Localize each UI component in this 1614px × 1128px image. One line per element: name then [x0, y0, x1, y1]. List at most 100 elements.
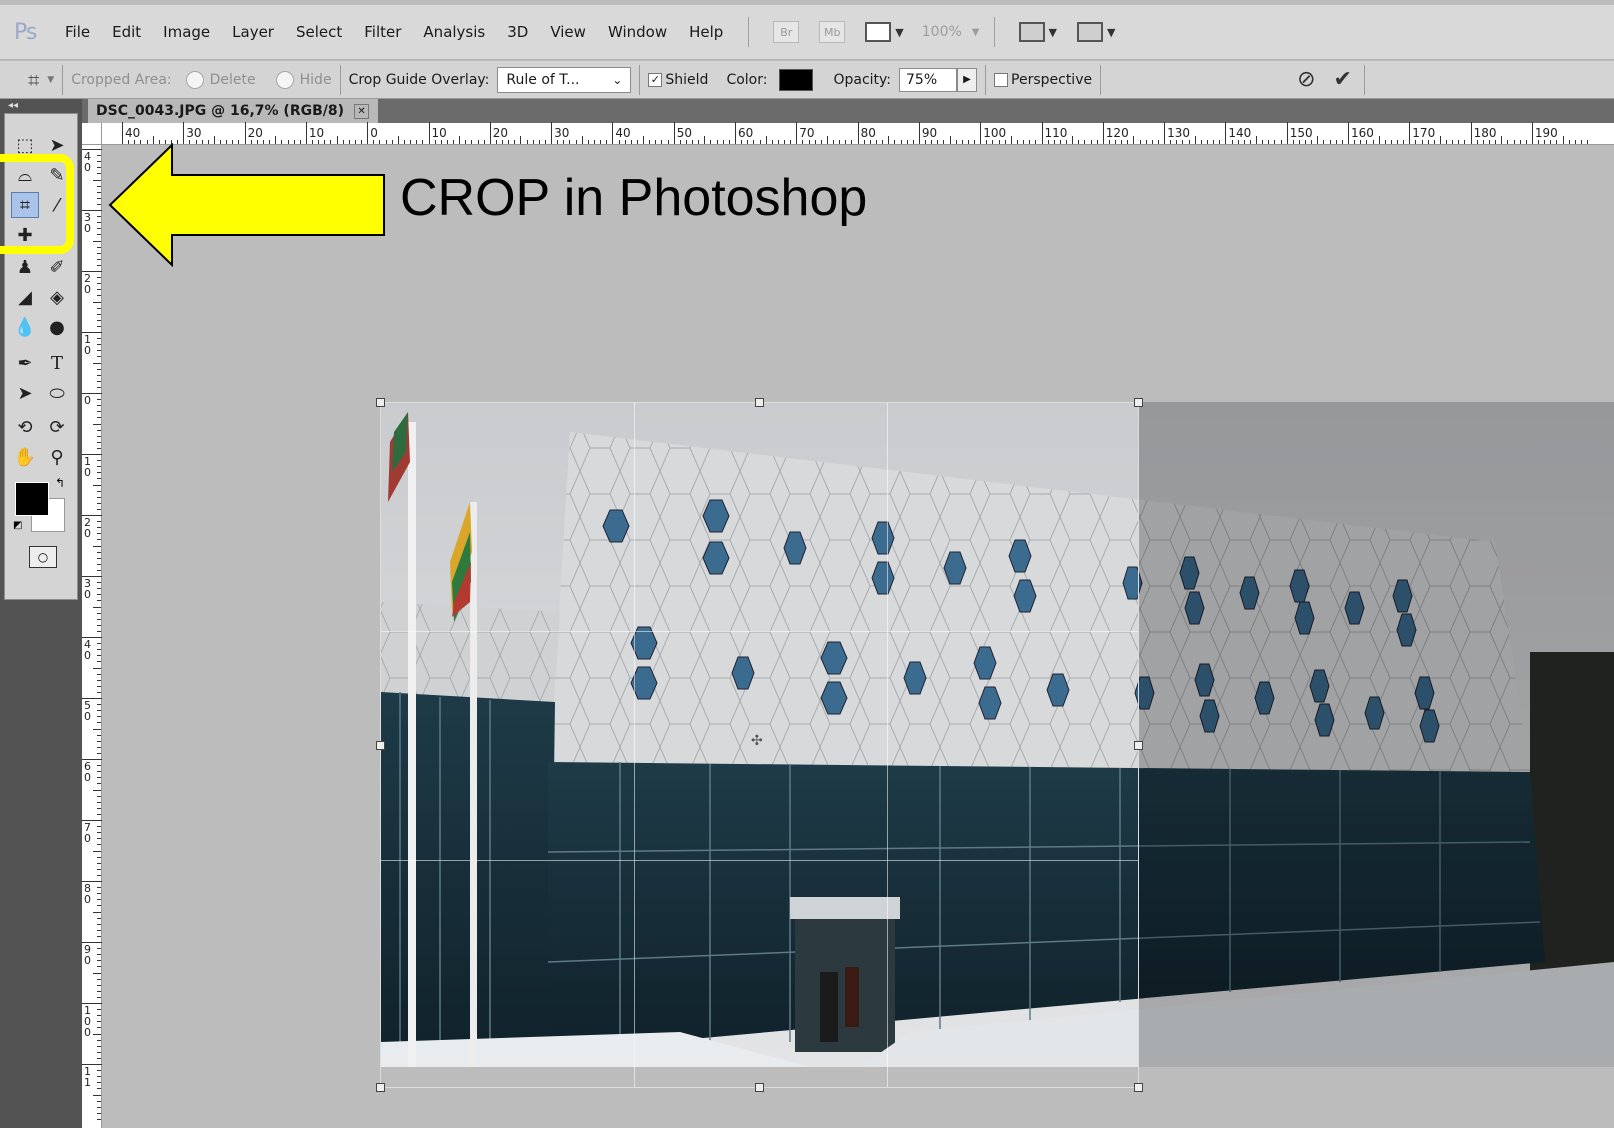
- crop-handle-top-left[interactable]: [376, 398, 385, 407]
- history-brush-tool-icon[interactable]: ✐: [43, 254, 71, 280]
- chevron-down-icon[interactable]: ▼: [47, 75, 54, 85]
- menu-image[interactable]: Image: [152, 23, 221, 41]
- delete-radio[interactable]: [185, 70, 204, 89]
- ruler-minor-tick: [1354, 140, 1356, 144]
- commit-crop-icon[interactable]: ✔: [1334, 67, 1352, 92]
- type-tool-icon[interactable]: T: [43, 350, 71, 376]
- menu-select[interactable]: Select: [285, 23, 353, 41]
- crop-tool-preset-icon[interactable]: ⌗: [28, 68, 39, 92]
- ruler-minor-tick: [97, 228, 101, 230]
- horizontal-ruler[interactable]: 40 30 20 10 0 10 20 30 40 50 60 70 80 90 100 110 120 130 1…: [102, 122, 1614, 145]
- ruler-minor-tick: [410, 140, 412, 144]
- paint-bucket-tool-icon[interactable]: ◈: [43, 284, 71, 310]
- ruler-minor-tick: [97, 374, 101, 376]
- extras-dropdown[interactable]: ▼: [865, 22, 904, 42]
- collapse-panel-icon[interactable]: ◂◂: [8, 100, 18, 111]
- cancel-crop-icon[interactable]: ⊘: [1297, 67, 1315, 92]
- mini-bridge-button[interactable]: Mb: [819, 21, 846, 43]
- ruler-minor-tick: [97, 862, 101, 864]
- ruler-minor-tick: [802, 140, 804, 144]
- ruler-minor-tick: [1207, 140, 1208, 144]
- hand-tool-icon[interactable]: ✋: [11, 444, 39, 470]
- document-tab[interactable]: DSC_0043.JPG @ 16,7% (RGB/8) ✕: [88, 99, 378, 123]
- bridge-button[interactable]: Br: [773, 21, 800, 43]
- 3d-rotate-tool-icon[interactable]: ⟲: [11, 414, 39, 440]
- ruler-label: 0: [84, 394, 91, 407]
- zoom-tool-icon[interactable]: ⚲: [43, 444, 71, 470]
- crop-guide-overlay-select[interactable]: Rule of T... ⌄: [497, 66, 632, 93]
- ruler-minor-tick: [667, 140, 669, 144]
- crop-handle-bottom[interactable]: [755, 1083, 764, 1092]
- crop-tool-highlight: [0, 154, 74, 254]
- shield-checkbox-group[interactable]: ✓ Shield: [648, 72, 708, 88]
- annotation-title: CROP in Photoshop: [400, 169, 868, 227]
- ruler-minor-tick: [1298, 140, 1300, 144]
- menu-window[interactable]: Window: [597, 23, 678, 41]
- zoom-level-dropdown[interactable]: 100%: [922, 24, 962, 40]
- ruler-minor-tick: [97, 624, 101, 626]
- ruler-minor-tick: [97, 1045, 101, 1047]
- ruler-minor-tick: [97, 1051, 101, 1053]
- swap-colors-icon[interactable]: ↰: [55, 476, 65, 490]
- path-selection-tool-icon[interactable]: ➤: [11, 380, 39, 406]
- crop-bounding-box[interactable]: ✣: [376, 398, 1143, 1092]
- 3d-orbit-tool-icon[interactable]: ⟳: [43, 414, 71, 440]
- ruler-minor-tick: [97, 1057, 101, 1059]
- ruler-minor-tick: [1029, 140, 1031, 144]
- crop-handle-top-right[interactable]: [1134, 398, 1143, 407]
- pen-tool-icon[interactable]: ✒: [11, 350, 39, 376]
- ruler-major-tick: [551, 122, 553, 144]
- ruler-minor-tick: [1568, 140, 1570, 144]
- menu-filter[interactable]: Filter: [353, 23, 412, 41]
- ruler-label: 50: [84, 699, 91, 723]
- menu-help[interactable]: Help: [678, 23, 734, 41]
- menu-3d[interactable]: 3D: [496, 23, 539, 41]
- foreground-color-swatch[interactable]: [15, 482, 49, 516]
- ruler-minor-tick: [97, 832, 101, 834]
- delete-radio-group[interactable]: Delete: [185, 70, 256, 89]
- hide-radio-group[interactable]: Hide: [275, 70, 332, 89]
- ruler-minor-tick: [97, 1118, 101, 1120]
- crop-handle-bottom-left[interactable]: [376, 1083, 385, 1092]
- shield-checkbox[interactable]: ✓: [648, 72, 663, 87]
- ruler-origin[interactable]: [82, 123, 102, 145]
- clone-stamp-tool-icon[interactable]: ♟: [11, 254, 39, 280]
- ruler-minor-tick: [97, 521, 101, 523]
- ruler-minor-tick: [955, 140, 957, 144]
- crop-center-point-icon[interactable]: ✣: [751, 733, 763, 749]
- ruler-minor-tick: [97, 496, 101, 498]
- document-canvas[interactable]: ✣: [102, 145, 1614, 1128]
- shield-color-swatch[interactable]: [779, 68, 814, 91]
- screen-mode-dropdown[interactable]: ▼: [1076, 22, 1115, 42]
- menu-view[interactable]: View: [539, 23, 597, 41]
- menu-file[interactable]: File: [54, 23, 101, 41]
- menu-edit[interactable]: Edit: [101, 23, 152, 41]
- default-colors-icon[interactable]: ◩: [13, 520, 22, 531]
- vertical-ruler[interactable]: 40 30 20 10 0 10 20 30 40 50 60 70 80 90 100 11: [82, 145, 102, 1128]
- ruler-minor-tick: [97, 197, 101, 199]
- ruler-minor-tick: [93, 423, 101, 425]
- opacity-slider-arrow-icon[interactable]: ▶: [957, 67, 978, 92]
- menu-layer[interactable]: Layer: [221, 23, 285, 41]
- arrange-documents-dropdown[interactable]: ▼: [1018, 22, 1057, 42]
- ruler-major-tick: [1531, 122, 1533, 144]
- opacity-field[interactable]: 75%: [899, 67, 958, 92]
- close-icon[interactable]: ✕: [354, 103, 370, 119]
- dodge-tool-icon[interactable]: ●: [43, 314, 71, 340]
- eraser-tool-icon[interactable]: ◢: [11, 284, 39, 310]
- ruler-minor-tick: [97, 618, 101, 620]
- hide-radio[interactable]: [275, 70, 294, 89]
- crop-handle-left[interactable]: [376, 741, 385, 750]
- perspective-checkbox-group[interactable]: Perspective: [994, 72, 1092, 88]
- crop-handle-bottom-right[interactable]: [1134, 1083, 1143, 1092]
- quick-mask-icon[interactable]: ○: [29, 546, 57, 568]
- crop-handle-top[interactable]: [755, 398, 764, 407]
- ruler-minor-tick: [93, 545, 101, 547]
- blur-tool-icon[interactable]: 💧: [11, 314, 39, 340]
- crop-handle-right[interactable]: [1134, 741, 1143, 750]
- ruler-minor-tick: [1170, 140, 1172, 144]
- ellipse-tool-icon[interactable]: ⬭: [43, 380, 71, 406]
- perspective-checkbox[interactable]: [994, 72, 1009, 87]
- menu-analysis[interactable]: Analysis: [412, 23, 496, 41]
- ruler-minor-tick: [97, 161, 101, 163]
